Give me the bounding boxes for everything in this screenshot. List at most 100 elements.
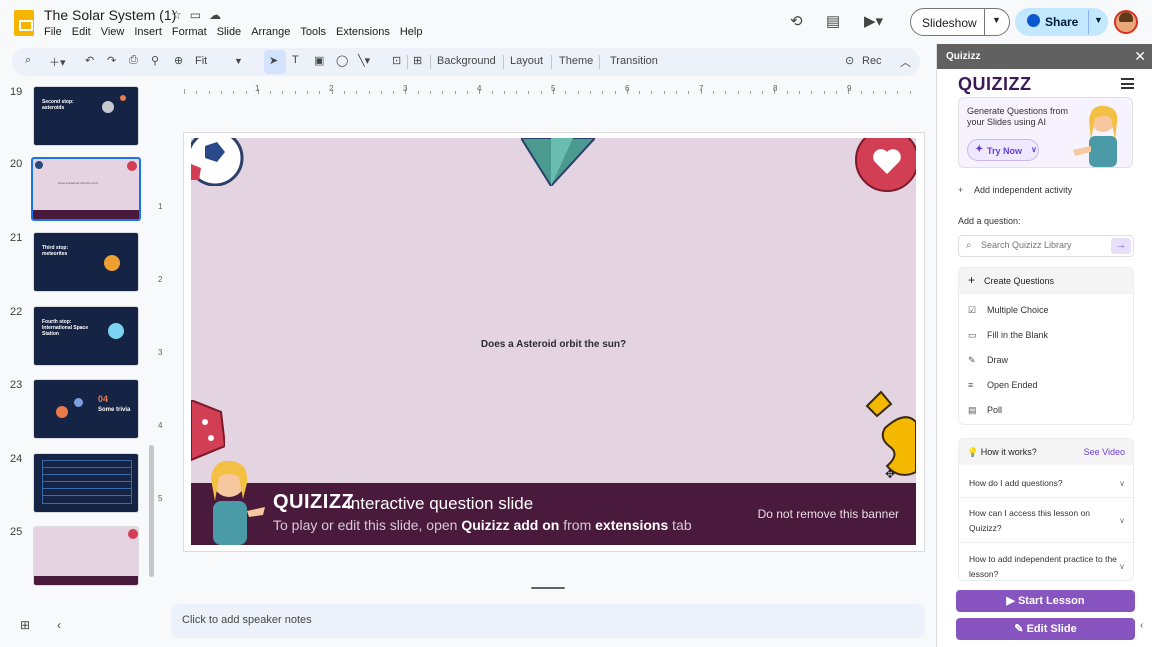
line-icon[interactable]: ╲▾ [358,54,370,67]
zoom-select[interactable]: Fit [195,55,207,67]
chevron-down-icon[interactable]: ∨ [1119,479,1125,488]
ruler-tick [725,91,727,94]
star-icon[interactable]: ☆ [171,8,182,22]
faq-item[interactable]: How to add independent practice to the l… [969,552,1119,582]
faq-item[interactable]: How can I access this lesson on Quizizz? [969,506,1119,536]
add-comment-icon[interactable]: ⊞ [413,54,422,67]
slide-thumbnail[interactable] [33,453,139,513]
slide-thumbnail-selected[interactable]: Does a Asteroid orbit the sun? [31,157,141,221]
slide-thumbnail[interactable]: 04 Some trivia [33,379,139,439]
move-folder-icon[interactable]: ▭ [190,8,201,22]
cloud-status-icon[interactable]: ☁ [209,8,221,22]
create-questions-header[interactable]: + Create Questions [959,268,1133,294]
share-button[interactable]: Share ▼ [1015,8,1108,36]
background-button[interactable]: Background [437,55,496,67]
slideshow-button[interactable]: Slideshow ▼ [910,8,1010,36]
layout-button[interactable]: Layout [510,55,543,67]
question-type-open-ended[interactable]: ≡ Open Ended [968,380,1038,390]
new-slide-icon[interactable]: ＋▾ [49,54,66,70]
divider [503,55,504,69]
document-title[interactable]: The Solar System (1) [44,7,176,23]
undo-icon[interactable]: ↶ [85,54,94,67]
chevron-down-icon[interactable]: ▼ [1094,15,1103,25]
menu-extensions[interactable]: Extensions [336,26,390,38]
filmstrip-scrollbar[interactable] [149,445,154,577]
ruler-tick [676,91,677,94]
start-lesson-button[interactable]: ▶ Start Lesson [956,590,1135,612]
add-independent-activity[interactable]: + Add independent activity [958,185,1072,195]
horizontal-ruler[interactable]: 1 2 3 4 5 6 7 8 9 [170,84,925,96]
print-icon[interactable]: ⎙ [129,54,138,67]
slide-thumbnail[interactable]: Third stop: meteorites [33,232,139,292]
title-actions: ☆ ▭ ☁ [171,8,221,22]
menu-edit[interactable]: Edit [72,26,91,38]
search-input[interactable] [981,240,1106,250]
select-cursor-icon[interactable]: ➤ [269,54,278,67]
question-type-fill-blank[interactable]: ▭ Fill in the Blank [968,330,1048,341]
menu-format[interactable]: Format [172,26,207,38]
collapse-toolbar-icon[interactable]: ︿ [900,54,911,70]
banner-sub-text: from [559,517,596,533]
question-text[interactable]: Does a Asteroid orbit the sun? [191,339,916,350]
ruler-tick [589,91,591,94]
panel-title: Quizizz [946,51,981,62]
slide-number: 23 [10,379,23,391]
see-video-link[interactable]: See Video [1084,447,1125,457]
rec-button[interactable]: Rec [862,55,882,67]
avatar[interactable] [1114,10,1138,34]
text-box-icon[interactable]: T [292,54,299,66]
ruler-tick [184,89,185,94]
menu-slide[interactable]: Slide [217,26,241,38]
image-icon[interactable]: ▣ [314,54,324,67]
ruler-tick [737,91,739,94]
chevron-down-icon[interactable]: ∨ [1119,562,1125,571]
faq-item[interactable]: How do I add questions? [969,476,1119,491]
redo-icon[interactable]: ↷ [107,54,116,67]
hamburger-menu-icon[interactable] [1121,78,1134,89]
speaker-notes[interactable]: Click to add speaker notes [171,604,925,638]
zoom-icon[interactable]: ⊕ [174,54,183,67]
arrow-right-icon[interactable]: → [1111,238,1131,254]
chevron-down-icon[interactable]: ∨ [1119,516,1125,525]
notes-resize-handle[interactable] [531,587,565,589]
transition-button[interactable]: Transition [610,55,658,67]
menu-arrange[interactable]: Arrange [251,26,290,38]
slide-thumbnail[interactable] [33,526,139,586]
theme-button[interactable]: Theme [559,55,593,67]
ruler-tick [885,91,887,94]
chevron-down-icon[interactable]: ▼ [992,15,1001,25]
close-icon[interactable]: ✕ [1134,48,1146,65]
slide-number: 19 [10,86,23,98]
record-icon[interactable]: ⊙ [845,54,854,67]
question-type-multiple-choice[interactable]: ☑ Multiple Choice [968,305,1049,316]
edit-slide-button[interactable]: ✎ Edit Slide [956,618,1135,640]
collapse-filmstrip-icon[interactable]: ‹ [57,618,61,632]
ruler-tick [491,91,493,94]
slide-thumbnail[interactable]: Fourth stop: International Space Station [33,306,139,366]
grid-view-icon[interactable]: ⊞ [20,618,30,632]
comments-icon[interactable]: ▤ [826,12,840,30]
slide[interactable]: Does a Asteroid orbit the sun? QUIZIZZ i… [191,138,916,545]
ruler-tick [688,91,690,94]
menu-help[interactable]: Help [400,26,423,38]
video-icon[interactable]: ⊡ [392,54,401,67]
question-type-poll[interactable]: ▤ Poll [968,405,1002,416]
chevron-down-icon[interactable]: ▼ [234,56,243,66]
slide-thumbnail[interactable]: Second stop: asteroids [33,86,139,146]
collapse-panel-icon[interactable]: ‹ [1140,620,1143,631]
meet-camera-icon[interactable]: ▶▾ [864,12,883,30]
try-now-button[interactable]: ✦ Try Now ∨ [967,139,1039,161]
paint-format-icon[interactable]: ⚲ [151,54,159,67]
shape-icon[interactable]: ◯ [336,54,348,67]
search-menus-icon[interactable]: ⌕ [25,54,31,67]
how-it-works-text: How it works? [980,447,1037,457]
ruler-number: 7 [699,84,704,93]
menu-insert[interactable]: Insert [134,26,162,38]
menu-view[interactable]: View [101,26,125,38]
menu-file[interactable]: File [44,26,62,38]
menu-tools[interactable]: Tools [300,26,326,38]
question-type-draw[interactable]: ✎ Draw [968,355,1008,366]
vertical-ruler[interactable]: 1 2 3 4 5 [158,138,168,544]
version-history-icon[interactable]: ⟲ [790,12,803,30]
slides-logo-icon[interactable] [14,10,34,36]
